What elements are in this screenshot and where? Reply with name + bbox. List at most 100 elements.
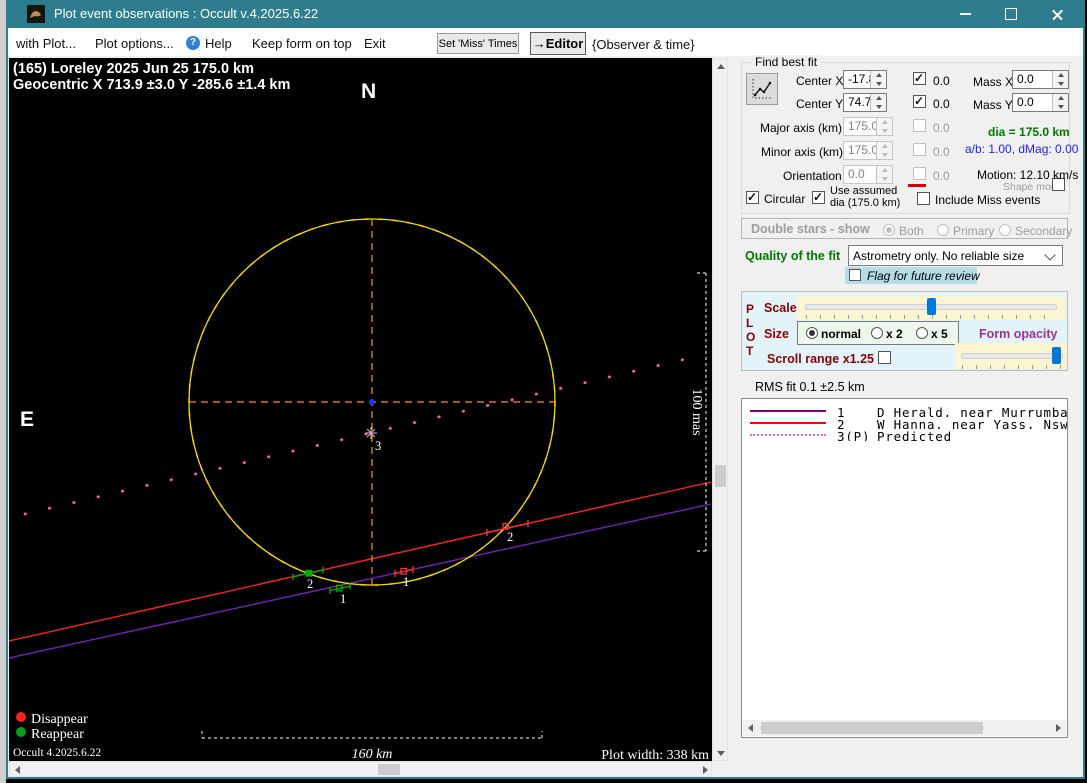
double-stars-both-radio <box>883 224 895 236</box>
use-assumed-label-2: dia (175.0 km) <box>830 197 900 209</box>
marker-disappear-2-label: 2 <box>507 530 513 544</box>
scroll-range-checkbox[interactable] <box>878 351 891 364</box>
mass-x-spinner[interactable] <box>1052 71 1068 88</box>
size-label: Size <box>764 327 789 341</box>
flag-review-label: Flag for future review <box>867 269 980 283</box>
size-normal-label: normal <box>821 327 861 341</box>
rms-fit-label: RMS fit 0.1 ±2.5 km <box>755 380 865 394</box>
major-axis-input: 175.0 <box>843 117 893 136</box>
obs-name: Predicted <box>877 429 952 441</box>
scroll-left-icon[interactable] <box>10 762 25 777</box>
center-y-label: Center Y <box>796 97 843 111</box>
menu-keep-on-top[interactable]: Keep form on top <box>252 36 352 51</box>
window-border-right <box>1083 0 1085 779</box>
plot-letter-t: T <box>746 344 753 358</box>
size-x5-label: x 5 <box>931 327 948 341</box>
flag-review-checkbox[interactable] <box>849 269 861 281</box>
size-x5-radio[interactable] <box>916 327 928 339</box>
obs-id: 1 <box>837 405 845 417</box>
minor-axis-rms: 0.0 <box>933 145 950 159</box>
use-assumed-checkbox[interactable] <box>812 191 825 204</box>
center-x-spinner[interactable] <box>870 71 886 88</box>
window-border-bottom <box>6 777 1085 779</box>
center-x-checkbox[interactable] <box>913 72 926 85</box>
obs-id: 3(P) <box>837 429 870 441</box>
form-opacity-slider[interactable] <box>955 343 1067 369</box>
disappear-dot-icon <box>16 712 26 722</box>
double-stars-title: Double stars - show <box>751 222 870 236</box>
circular-checkbox[interactable] <box>746 191 759 204</box>
observations-listbox[interactable]: 1 D Herald, near Murrumba 2 W Hanna, nea… <box>741 398 1068 738</box>
plot-letter-p: P <box>746 302 754 316</box>
scroll-left-icon[interactable] <box>743 720 758 735</box>
minimize-button[interactable] <box>942 0 988 28</box>
mass-y-label: Mass Y <box>973 98 1013 112</box>
plot-geocentric: Geocentric X 713.9 ±3.0 Y -285.6 ±1.4 km <box>13 77 290 93</box>
mass-y-input[interactable]: 0.0 <box>1012 93 1069 112</box>
minor-axis-label: Minor axis (km) <box>761 145 843 159</box>
editor-button[interactable]: →Editor <box>530 32 586 55</box>
menu-help[interactable]: Help <box>205 36 232 51</box>
center-x-input[interactable]: -17.8 <box>843 70 887 89</box>
size-normal-radio[interactable] <box>806 327 818 339</box>
form-opacity-label: Form opacity <box>979 327 1058 341</box>
orientation-label: Orientation <box>783 169 842 183</box>
plot-vscrollbar[interactable] <box>712 58 728 761</box>
size-x2-radio[interactable] <box>871 327 883 339</box>
v-scale-label: 100 mas <box>689 388 704 435</box>
scale-slider[interactable] <box>797 296 1065 320</box>
listbox-hscrollbar[interactable] <box>743 720 1066 736</box>
hscroll-thumb[interactable] <box>378 764 400 775</box>
obs-id: 2 <box>837 417 845 429</box>
scale-label: Scale <box>764 301 797 315</box>
mass-x-input[interactable]: 0.0 <box>1012 70 1069 89</box>
major-axis-rms: 0.0 <box>933 121 950 135</box>
orientation-input: 0.0 <box>843 165 893 184</box>
form-opacity-slider-thumb[interactable] <box>1052 347 1061 364</box>
scroll-right-icon[interactable] <box>698 762 713 777</box>
center-y-checkbox[interactable] <box>913 95 926 108</box>
app-icon <box>27 5 45 23</box>
plot-version: Occult 4.2025.6.22 <box>13 747 101 759</box>
orientation-checkbox <box>913 167 926 180</box>
maximize-button[interactable] <box>988 0 1034 28</box>
motion-value: Motion: 12.10 km/s <box>977 168 1078 182</box>
plot-title: (165) Loreley 2025 Jun 25 175.0 km <box>13 61 254 77</box>
plot-hscrollbar[interactable] <box>9 761 712 777</box>
scroll-up-icon[interactable] <box>713 59 728 74</box>
close-button[interactable] <box>1034 0 1080 28</box>
mass-y-spinner[interactable] <box>1052 94 1068 111</box>
vscroll-thumb[interactable] <box>715 465 726 487</box>
fit-plot-icon-button[interactable] <box>746 73 778 105</box>
chord-2-sample-line <box>750 422 826 424</box>
list-item[interactable]: 1 D Herald, near Murrumba <box>742 405 1067 417</box>
predicted-sample-line <box>750 434 826 436</box>
fit-chart-icon <box>750 77 774 101</box>
include-miss-checkbox[interactable] <box>917 192 930 205</box>
center-y-spinner[interactable] <box>870 94 886 111</box>
center-y-rms: 0.0 <box>933 97 950 111</box>
menu-plot-options[interactable]: Plot options... <box>95 36 174 51</box>
plot-canvas[interactable]: 3 2 1 1 2 (165) Loreley 2025 Jun 25 175.… <box>9 58 712 761</box>
major-axis-checkbox <box>913 119 926 132</box>
major-axis-spinner <box>876 118 892 135</box>
obs-name: W Hanna, near Yass, Nsw <box>877 417 1067 429</box>
menu-with-plot[interactable]: with Plot... <box>16 36 76 51</box>
scale-slider-thumb[interactable] <box>927 298 936 315</box>
red-dash-indicator <box>908 184 926 187</box>
scroll-right-icon[interactable] <box>1051 720 1066 735</box>
reappear-dot-icon <box>16 727 26 737</box>
list-item[interactable]: 3(P) Predicted <box>742 429 1067 441</box>
set-miss-times-button[interactable]: Set 'Miss' Times <box>437 33 519 54</box>
scroll-down-icon[interactable] <box>713 746 728 761</box>
double-stars-primary-radio <box>937 224 949 236</box>
quality-dropdown[interactable]: Astrometry only. No reliable size <box>848 245 1063 266</box>
listbox-hscroll-thumb[interactable] <box>761 722 983 734</box>
compass-east: E <box>20 408 34 431</box>
center-y-input[interactable]: 74.7 <box>843 93 887 112</box>
find-best-fit-title: Find best fit <box>751 55 821 69</box>
plot-letter-o: O <box>746 330 755 344</box>
window-title: Plot event observations : Occult v.4.202… <box>54 0 318 28</box>
menu-exit[interactable]: Exit <box>364 36 386 51</box>
list-item[interactable]: 2 W Hanna, near Yass, Nsw <box>742 417 1067 429</box>
